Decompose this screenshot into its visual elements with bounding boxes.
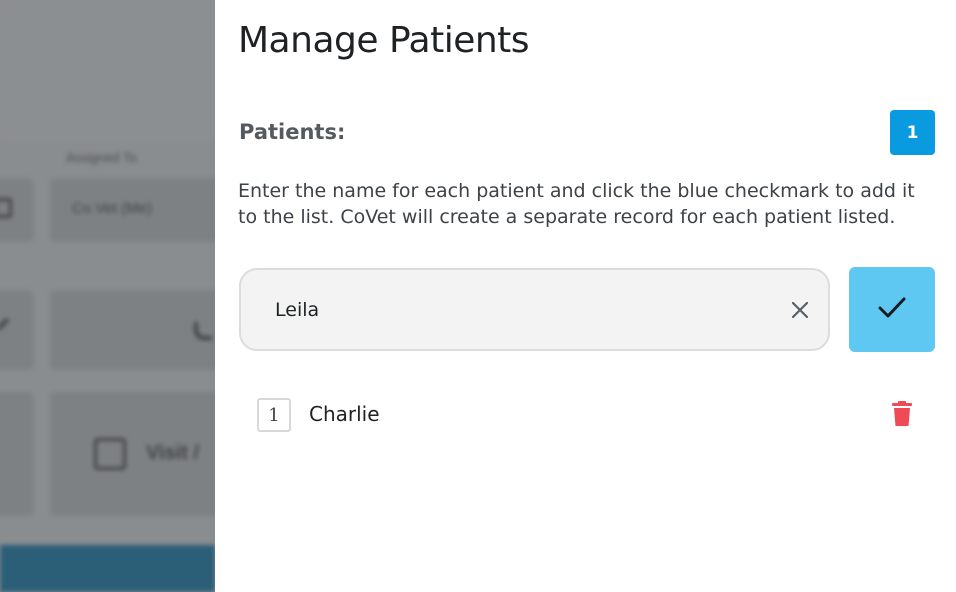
- background-card: [0, 290, 34, 370]
- patients-label: Patients:: [239, 120, 346, 144]
- background-visit-label: Visit /: [146, 442, 199, 464]
- trash-icon[interactable]: [891, 401, 913, 427]
- patient-name-field: [239, 268, 830, 351]
- background-card: [0, 392, 34, 516]
- add-patient-button[interactable]: [849, 267, 935, 352]
- patient-count-badge: 1: [890, 110, 935, 155]
- background-header: [0, 0, 215, 140]
- background-assigned-label: Assigned To: [66, 150, 137, 165]
- drawer-title: Manage Patients: [238, 20, 530, 61]
- calendar-icon: [0, 198, 12, 218]
- patient-name: Charlie: [309, 402, 380, 426]
- phone-icon: [194, 322, 212, 340]
- instructions-text: Enter the name for each patient and clic…: [238, 180, 915, 228]
- patient-name-input[interactable]: [275, 270, 775, 349]
- checkmark-icon: [877, 293, 907, 327]
- manage-patients-drawer: Manage Patients Patients: 1 Enter the na…: [215, 0, 956, 592]
- background-assignee-value: Co Vet (Me): [72, 200, 153, 217]
- archive-icon: [94, 438, 126, 470]
- background-bottom-bar: [0, 545, 215, 592]
- background-app: Assigned To Co Vet (Me) Visit /: [0, 0, 215, 592]
- close-icon[interactable]: [788, 298, 812, 322]
- background-card: [50, 290, 215, 370]
- patient-index: 1: [257, 398, 291, 432]
- patient-list-item: 1 Charlie: [257, 397, 937, 433]
